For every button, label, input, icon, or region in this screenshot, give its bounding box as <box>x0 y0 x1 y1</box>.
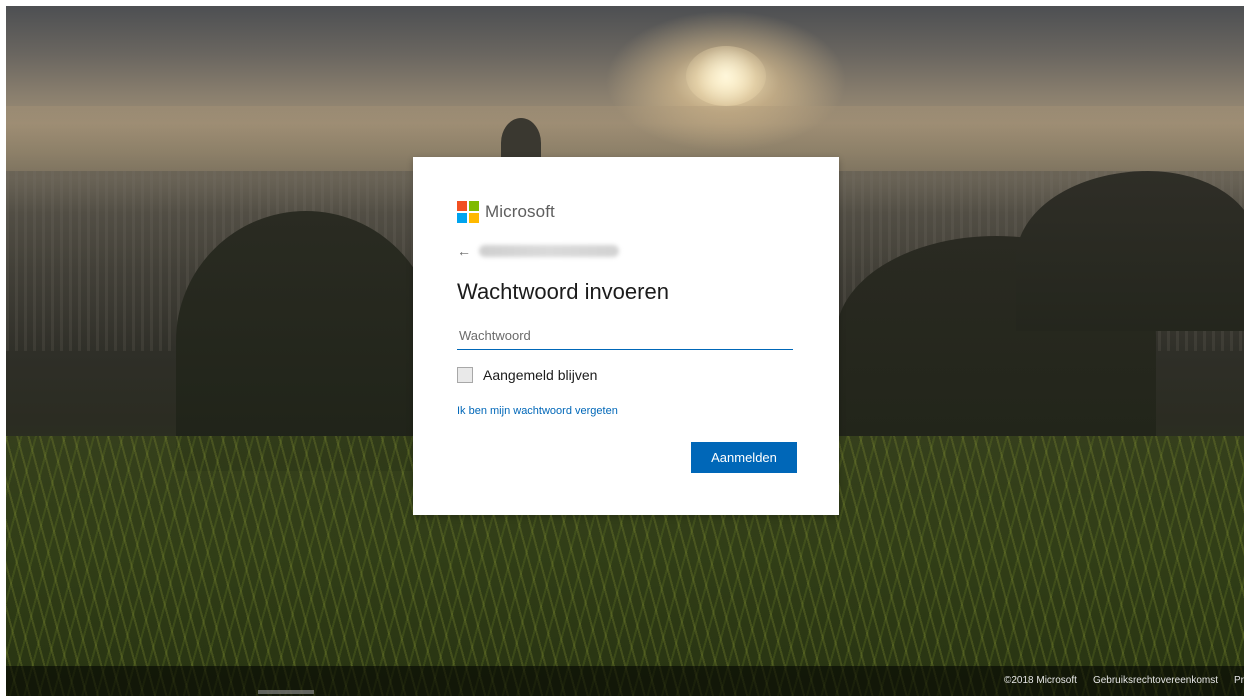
microsoft-logo-icon <box>457 201 479 223</box>
keep-signed-in-row[interactable]: Aangemeld blijven <box>457 367 597 383</box>
horizontal-scrollbar-thumb[interactable] <box>258 690 314 694</box>
privacy-link[interactable]: Pr <box>1234 675 1244 686</box>
signin-button[interactable]: Aanmelden <box>691 442 797 473</box>
back-arrow-icon[interactable]: ← <box>457 243 471 259</box>
logo-yellow-square <box>469 213 479 223</box>
footer-links: ©2018 Microsoft Gebruiksrechtovereenkoms… <box>988 666 1244 694</box>
logo-red-square <box>457 201 467 211</box>
terms-link[interactable]: Gebruiksrechtovereenkomst <box>1093 675 1218 686</box>
background-sun <box>686 46 766 106</box>
redacted-email <box>479 245 619 257</box>
signin-dialog: Microsoft ← Wachtwoord invoeren Aangemel… <box>413 157 839 515</box>
logo-blue-square <box>457 213 467 223</box>
keep-signed-in-label: Aangemeld blijven <box>483 367 598 383</box>
forgot-password-link[interactable]: Ik ben mijn wachtwoord vergeten <box>457 405 618 417</box>
identity-banner: ← <box>457 241 619 261</box>
copyright-text: ©2018 Microsoft <box>1003 674 1077 686</box>
brand-name: Microsoft <box>485 202 555 221</box>
logo-green-square <box>469 201 479 211</box>
login-screen: Microsoft ← Wachtwoord invoeren Aangemel… <box>0 0 1244 696</box>
brand-header: Microsoft <box>457 201 555 223</box>
footer: ©2018 Microsoft Gebruiksrechtovereenkoms… <box>6 666 1244 696</box>
keep-signed-in-checkbox[interactable] <box>457 367 473 383</box>
page-title: Wachtwoord invoeren <box>457 279 669 304</box>
password-field[interactable] <box>457 322 793 350</box>
background-mountain-left <box>176 211 436 471</box>
